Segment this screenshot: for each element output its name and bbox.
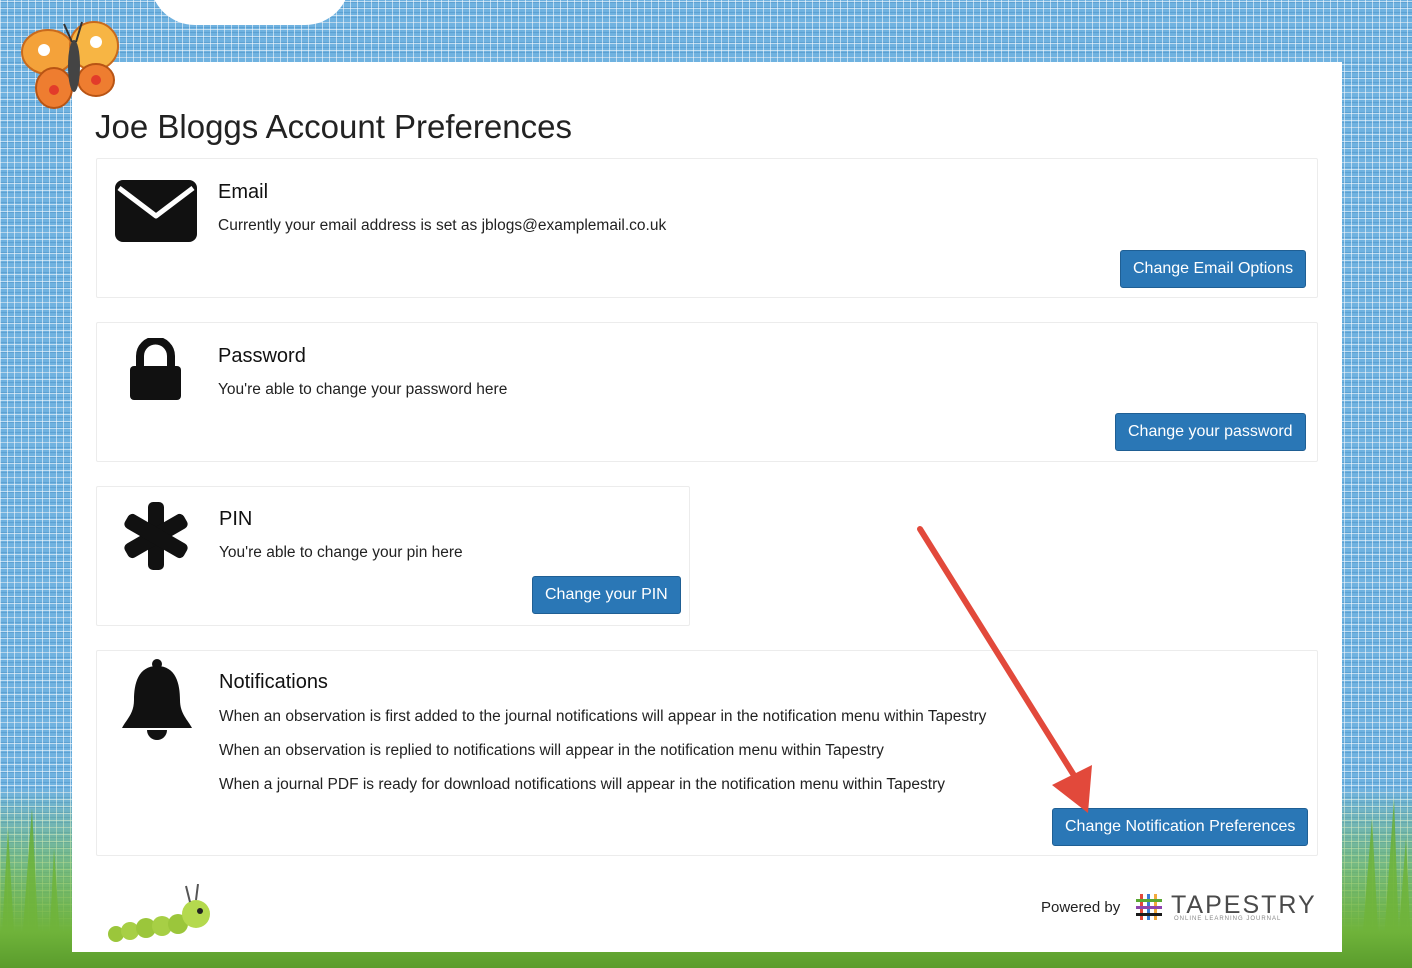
notifications-heading: Notifications <box>219 671 328 693</box>
password-text: You're able to change your password here <box>218 381 508 398</box>
pin-text: You're able to change your pin here <box>219 544 463 561</box>
butterfly-icon <box>21 21 119 109</box>
bell-icon <box>122 659 192 740</box>
powered-by-text: Powered by <box>1041 899 1121 916</box>
tapestry-tagline: ONLINE LEARNING JOURNAL <box>1174 916 1282 922</box>
notification-line-2: When an observation is replied to notifi… <box>219 742 884 759</box>
pin-heading: PIN <box>219 508 253 530</box>
envelope-icon <box>115 180 197 242</box>
notification-line-3: When a journal PDF is ready for download… <box>219 776 946 793</box>
email-heading: Email <box>218 181 269 203</box>
arrow-annotation <box>917 526 1092 813</box>
notification-line-1: When an observation is first added to th… <box>219 708 987 725</box>
page-title: Joe Bloggs Account Preferences <box>95 108 572 145</box>
asterisk-icon <box>124 502 188 570</box>
caterpillar-icon <box>108 884 210 942</box>
change-email-options-button[interactable]: Change Email Options <box>1120 250 1307 288</box>
cloud-decoration <box>150 0 350 25</box>
lock-icon <box>130 338 181 400</box>
password-heading: Password <box>218 345 306 367</box>
tapestry-logo-icon <box>1136 894 1162 920</box>
change-pin-button[interactable]: Change your PIN <box>532 576 681 614</box>
change-password-button[interactable]: Change your password <box>1115 413 1306 451</box>
email-text: Currently your email address is set as j… <box>218 217 667 234</box>
